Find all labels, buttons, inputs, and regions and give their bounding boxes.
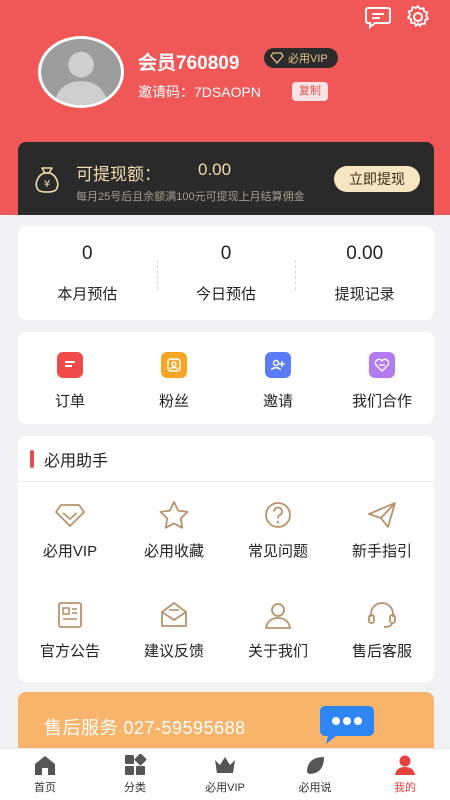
tab-label: 我的 [394,782,416,794]
member-name: 会员760809 [138,53,240,74]
fans-icon [161,352,187,378]
tab-vip[interactable]: 必用VIP [180,749,270,800]
helper-item-guide[interactable]: 新手指引 [330,482,434,582]
tab-bishuo[interactable]: 必用说 [270,749,360,800]
tab-home[interactable]: 首页 [0,749,90,800]
invite-code: 邀请码：7DSAOPN [138,82,261,102]
stat-withdraw-records[interactable]: 0.00 提现记录 [295,226,434,320]
person-icon [265,603,291,629]
helper-header: 必用助手 [18,436,434,482]
helper-item-about[interactable]: 关于我们 [226,582,330,682]
quick-action-orders[interactable]: 订单 [18,332,122,424]
tab-mine[interactable]: 我的 [360,749,450,800]
withdraw-note: 每月25号后且余额满100元可提现上月结算佣金 [76,191,305,203]
quick-action-label: 我们合作 [351,393,412,410]
cooperate-icon [369,352,395,378]
stat-month-estimate[interactable]: 0 本月预估 [18,226,157,320]
quick-action-invite[interactable]: 邀请 [226,332,330,424]
home-icon [35,756,55,775]
stat-value: 0 [82,242,93,264]
profile-icon [395,755,415,775]
avatar[interactable] [38,36,124,108]
section-marker [30,449,34,468]
chat-bubble-icon [320,706,374,744]
helper-item-favorites[interactable]: 必用收藏 [122,482,226,582]
after-sales-banner[interactable]: 售后服务 027-59595688 [18,692,434,750]
category-icon [125,754,147,775]
quick-action-fans[interactable]: 粉丝 [122,332,226,424]
withdraw-title: 可提现额： [76,165,161,184]
feedback-icon [161,602,187,627]
star-icon [159,501,189,529]
money-bag-icon: ¥ [35,167,59,193]
bottom-tab-bar: 首页 分类 必用VIP 必用说 我的 [0,748,450,800]
helper-title: 必用助手 [44,452,109,470]
withdraw-card: ¥ 可提现额： 0.00 每月25号后且余额满100元可提现上月结算佣金 立即提… [18,142,434,215]
quick-action-label: 粉丝 [158,393,189,410]
stat-label: 本月预估 [57,285,118,303]
stat-label: 今日预估 [196,285,257,303]
question-icon [265,502,291,528]
quick-action-label: 订单 [54,393,85,410]
invite-icon [265,352,291,378]
tab-category[interactable]: 分类 [90,749,180,800]
invite-code-value: 7DSAOPN [194,84,261,100]
helper-item-faq[interactable]: 常见问题 [226,482,330,582]
paper-plane-icon [368,502,396,528]
helper-item-label: 售后客服 [351,643,412,660]
leaf-icon [307,757,324,774]
tab-label: 必用说 [298,782,332,794]
helper-item-feedback[interactable]: 建议反馈 [122,582,226,682]
tab-label: 必用VIP [205,782,245,794]
invite-label: 邀请码： [138,84,194,100]
copy-button[interactable]: 复制 [292,82,328,101]
crown-icon [215,757,235,773]
helper-item-label: 必用收藏 [143,543,204,560]
earnings-stats: 0 本月预估 0 今日预估 0.00 提现记录 [18,226,434,320]
message-icon[interactable] [364,4,392,30]
default-avatar-icon [41,39,121,105]
diamond-icon [270,52,284,64]
diamond-icon [55,504,85,527]
order-icon [57,352,83,378]
withdraw-now-button[interactable]: 立即提现 [334,166,420,192]
helper-item-label: 官方公告 [39,643,100,660]
helper-item-label: 新手指引 [351,543,412,560]
helper-item-label: 常见问题 [247,543,308,560]
headset-icon [368,602,396,628]
quick-actions: 订单 粉丝 邀请 我们合作 [18,332,434,424]
stat-value: 0 [220,242,232,264]
stat-today-estimate[interactable]: 0 今日预估 [156,226,296,320]
withdraw-amount: 0.00 [198,160,232,179]
quick-action-label: 邀请 [262,393,293,410]
stat-value: 0.00 [346,242,384,264]
vip-badge-label: 必用VIP [288,53,328,65]
notice-icon [58,602,82,628]
after-sales-text: 售后服务 027-59595688 [44,718,246,738]
helper-item-vip[interactable]: 必用VIP [18,482,122,582]
tab-label: 首页 [34,782,56,794]
quick-action-cooperate[interactable]: 我们合作 [330,332,434,424]
helper-item-label: 必用VIP [42,543,98,560]
vip-badge: 必用VIP [264,48,338,68]
svg-text:¥: ¥ [44,179,50,190]
helper-section: 必用助手 必用VIP 必用收藏 常见问题 新手指引 官方公告 建议反馈 关于我们… [18,436,434,682]
helper-item-customer-service[interactable]: 售后客服 [330,582,434,682]
helper-item-notice[interactable]: 官方公告 [18,582,122,682]
helper-item-label: 建议反馈 [143,643,204,660]
settings-gear-icon[interactable] [404,4,432,30]
stat-label: 提现记录 [334,285,395,303]
top-actions [364,4,432,30]
helper-grid: 必用VIP 必用收藏 常见问题 新手指引 官方公告 建议反馈 关于我们 售后客服 [18,482,434,682]
helper-item-label: 关于我们 [247,643,308,660]
tab-label: 分类 [124,782,146,794]
